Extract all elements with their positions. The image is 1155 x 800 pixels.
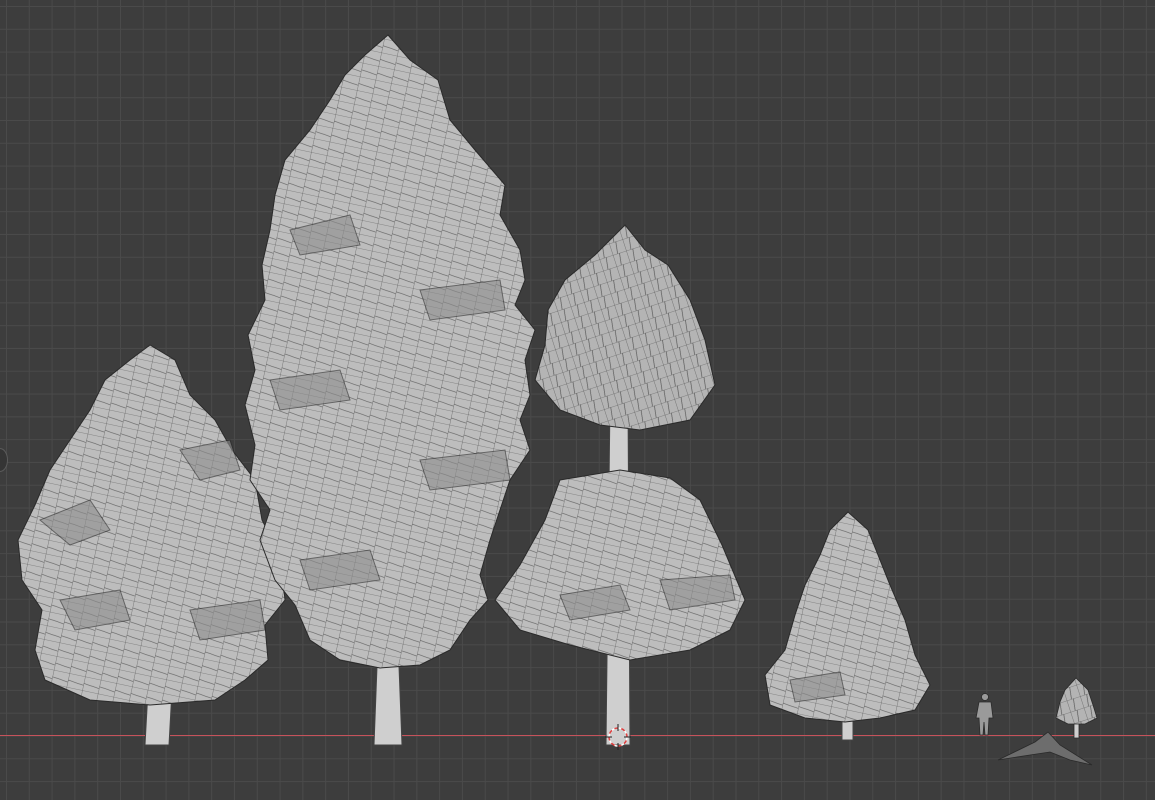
human-reference[interactable] — [975, 693, 994, 736]
pine-tree-tiny[interactable] — [1055, 677, 1098, 739]
pine-tree-3[interactable] — [494, 224, 746, 746]
scene-canvas[interactable] — [0, 0, 1155, 800]
pine-tree-2[interactable] — [244, 34, 536, 746]
3d-viewport[interactable] — [0, 0, 1155, 800]
pine-tree-4[interactable] — [764, 511, 931, 741]
